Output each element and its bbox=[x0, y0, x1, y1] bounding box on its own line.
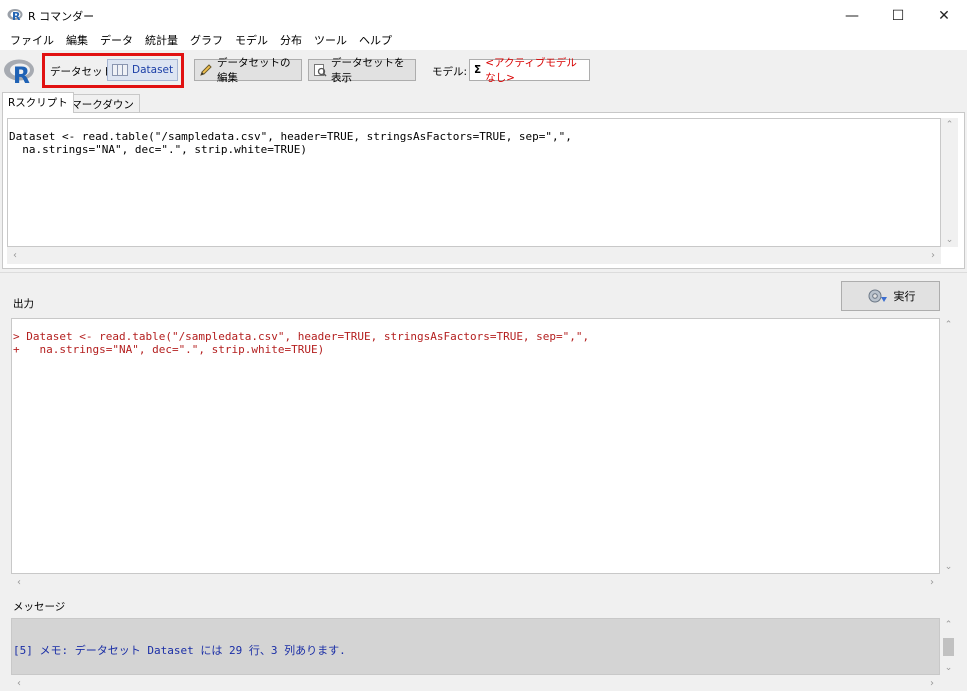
script-line: na.strings="NA", dec=".", strip.white=TR… bbox=[9, 142, 308, 156]
output-line: > Dataset <- read.table("/sampledata.csv… bbox=[13, 330, 590, 343]
sigma-icon: Σ bbox=[474, 64, 482, 76]
svg-text:R: R bbox=[12, 10, 21, 22]
menu-graphs[interactable]: グラフ bbox=[184, 32, 229, 49]
script-editor[interactable]: Dataset <- read.table("/sampledata.csv",… bbox=[7, 118, 941, 247]
menu-help[interactable]: ヘルプ bbox=[353, 32, 398, 49]
menu-bar: ファイル 編集 データ 統計量 グラフ モデル 分布 ツール ヘルプ bbox=[0, 31, 967, 50]
title-bar: R R コマンダー — ☐ ✕ bbox=[0, 0, 967, 31]
output-label: 出力 bbox=[13, 298, 34, 310]
script-vscrollbar[interactable]: ⌃ ⌄ bbox=[941, 118, 958, 247]
gear-icon bbox=[866, 287, 888, 305]
menu-data[interactable]: データ bbox=[94, 32, 139, 49]
menu-file[interactable]: ファイル bbox=[4, 32, 60, 49]
run-button-label: 実行 bbox=[893, 290, 916, 303]
output-line: + na.strings="NA", dec=".", strip.white=… bbox=[13, 342, 325, 356]
model-label: モデル: bbox=[432, 66, 468, 78]
output-hscrollbar[interactable]: ‹ › bbox=[11, 574, 940, 591]
messages-console[interactable]: [5] メモ: データセット Dataset には 29 行、3 列あります. bbox=[11, 618, 940, 675]
window-title: R コマンダー bbox=[28, 10, 95, 23]
scroll-right-icon[interactable]: › bbox=[930, 577, 934, 588]
scroll-left-icon[interactable]: ‹ bbox=[17, 577, 21, 588]
scroll-up-icon[interactable]: ⌃ bbox=[945, 620, 953, 630]
run-button[interactable]: 実行 bbox=[841, 281, 940, 311]
menu-models[interactable]: モデル bbox=[229, 32, 274, 49]
output-console[interactable]: > Dataset <- read.table("/sampledata.csv… bbox=[11, 318, 940, 574]
active-model-button[interactable]: Σ <アクティブモデルなし> bbox=[469, 57, 590, 84]
scroll-up-icon[interactable]: ⌃ bbox=[946, 120, 954, 130]
r-app-icon: R bbox=[7, 8, 23, 23]
menu-edit[interactable]: 編集 bbox=[60, 32, 94, 49]
svg-text:R: R bbox=[13, 64, 30, 85]
messages-label: メッセージ bbox=[13, 601, 66, 613]
dataset-highlight-box bbox=[42, 53, 184, 88]
active-model-name: <アクティブモデルなし> bbox=[485, 57, 577, 84]
script-hscrollbar[interactable]: ‹ › bbox=[7, 247, 941, 264]
scroll-left-icon[interactable]: ‹ bbox=[13, 250, 17, 261]
messages-vscrollbar[interactable]: ⌃ ⌄ bbox=[940, 618, 957, 675]
maximize-button[interactable]: ☐ bbox=[875, 0, 921, 31]
menu-statistics[interactable]: 統計量 bbox=[139, 32, 184, 49]
view-document-icon bbox=[313, 63, 327, 77]
menu-tools[interactable]: ツール bbox=[308, 32, 353, 49]
tab-r-script[interactable]: Rスクリプト bbox=[2, 92, 74, 113]
messages-hscrollbar[interactable]: ‹ › bbox=[11, 675, 940, 691]
close-button[interactable]: ✕ bbox=[921, 0, 967, 31]
scroll-right-icon[interactable]: › bbox=[931, 250, 935, 261]
scroll-left-icon[interactable]: ‹ bbox=[17, 678, 21, 689]
scroll-down-icon[interactable]: ⌄ bbox=[946, 235, 954, 245]
scroll-down-icon[interactable]: ⌄ bbox=[945, 663, 953, 673]
view-dataset-label: データセットを表示 bbox=[331, 57, 405, 84]
edit-dataset-button[interactable]: データセットの編集 bbox=[194, 57, 302, 84]
pencil-icon bbox=[199, 63, 213, 77]
menu-distributions[interactable]: 分布 bbox=[274, 32, 308, 49]
view-dataset-button[interactable]: データセットを表示 bbox=[308, 57, 416, 84]
edit-dataset-label: データセットの編集 bbox=[217, 57, 291, 84]
scroll-down-icon[interactable]: ⌄ bbox=[945, 562, 953, 572]
scroll-up-icon[interactable]: ⌃ bbox=[945, 320, 953, 330]
editor-tabs: Rスクリプト Rマークダウン bbox=[0, 92, 967, 113]
pane-divider[interactable] bbox=[0, 272, 967, 273]
r-logo-icon: R bbox=[3, 58, 35, 89]
minimize-button[interactable]: — bbox=[829, 0, 875, 31]
script-line: Dataset <- read.table("/sampledata.csv",… bbox=[9, 130, 572, 143]
scrollbar-thumb[interactable] bbox=[943, 637, 954, 656]
message-line: [5] メモ: データセット Dataset には 29 行、3 列あります. bbox=[13, 644, 346, 657]
output-vscrollbar[interactable]: ⌃ ⌄ bbox=[940, 318, 957, 574]
scroll-right-icon[interactable]: › bbox=[930, 678, 934, 689]
